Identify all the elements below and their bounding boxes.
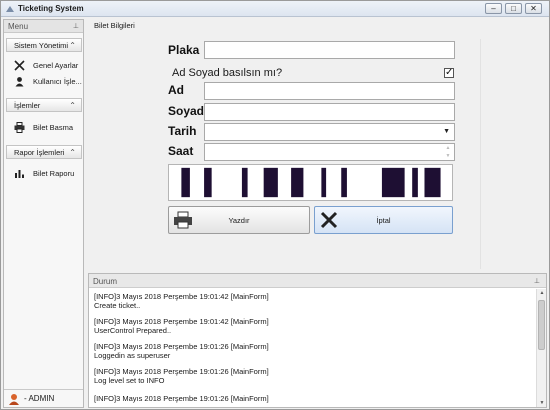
spinner-icon[interactable]: ▲ ▼ <box>444 144 452 160</box>
log-entry: [INFO]3 Mayıs 2018 Perşembe 19:01:42 [Ma… <box>94 317 269 335</box>
printer-icon <box>14 122 25 133</box>
barcode-bar <box>341 167 347 198</box>
saat-input[interactable]: ▲ ▼ <box>204 143 455 161</box>
tools-icon <box>14 60 25 71</box>
log-title: Durum <box>93 277 118 286</box>
username: ADMIN <box>28 394 55 403</box>
plaka-input[interactable] <box>204 41 455 59</box>
sidebar-item-label: Genel Ayarlar <box>33 61 79 70</box>
chevron-up-icon: ⌃ <box>69 148 76 157</box>
log-entry-message: Create ticket.. <box>94 301 141 310</box>
cancel-button[interactable]: İptal <box>314 206 453 234</box>
group-label: Rapor İşlemleri <box>14 148 65 157</box>
group-label: İşlemler <box>14 101 41 110</box>
barcode <box>168 164 453 201</box>
tarih-label: Tarih <box>168 124 197 138</box>
group-islemler[interactable]: İşlemler ⌃ <box>6 98 82 112</box>
barcode-bar <box>181 167 190 198</box>
saat-label: Saat <box>168 144 194 158</box>
log-list[interactable]: [INFO]3 Mayıs 2018 Perşembe 19:01:42 [Ma… <box>89 289 535 407</box>
log-entry-header: [INFO]3 Mayıs 2018 Perşembe 19:01:42 [Ma… <box>94 292 269 301</box>
print-button[interactable]: Yazdır <box>168 206 310 234</box>
panel-title: Bilet Bilgileri <box>94 21 135 30</box>
print-label: Yazdır <box>228 216 250 225</box>
ad-label: Ad <box>168 83 184 97</box>
window-title: Ticketing System <box>18 4 84 13</box>
close-button[interactable]: ✕ <box>525 3 542 14</box>
sidebar-item-bilet-basma[interactable]: Bilet Basma <box>6 121 82 135</box>
cancel-label: İptal <box>376 216 391 225</box>
barcode-bar <box>291 167 304 198</box>
barcode-bar <box>241 167 248 198</box>
log-header: Durum ⊥ <box>89 274 546 288</box>
user-panel: - ADMIN <box>4 389 83 407</box>
maximize-button[interactable]: □ <box>505 3 522 14</box>
sidebar: Menu ⊥ Sistem Yönetimi ⌃ Genel Ayarlar K… <box>3 19 84 408</box>
scroll-up-icon[interactable]: ▲ <box>538 290 546 296</box>
barcode-bar <box>204 167 212 198</box>
status-log-panel: Durum ⊥ [INFO]3 Mayıs 2018 Perşembe 19:0… <box>88 273 547 408</box>
group-label: Sistem Yönetimi <box>14 41 69 50</box>
adsoyad-check-label: Ad Soyad basılsın mı? <box>172 67 283 79</box>
group-rapor-islemleri[interactable]: Rapor İşlemleri ⌃ <box>6 145 82 159</box>
scroll-down-icon[interactable]: ▼ <box>538 400 546 406</box>
dropdown-arrow-icon[interactable]: ▼ <box>443 128 450 135</box>
pin-icon[interactable]: ⊥ <box>73 22 79 30</box>
log-entry-header: [INFO]3 Mayıs 2018 Perşembe 19:01:26 [Ma… <box>94 367 269 376</box>
sidebar-item-genel-ayarlar[interactable]: Genel Ayarlar <box>6 59 82 73</box>
app-window: Ticketing System – □ ✕ Menu ⊥ Sistem Yön… <box>0 0 550 410</box>
barcode-bar <box>263 167 278 198</box>
pin-icon[interactable]: ⊥ <box>534 277 540 285</box>
plaka-label: Plaka <box>168 43 200 57</box>
log-entry-message: Log level set to INFO <box>94 376 165 385</box>
soyad-label: Soyad <box>168 104 205 118</box>
panel-divider <box>480 39 481 269</box>
sidebar-header: Menu ⊥ <box>4 20 83 33</box>
ad-input[interactable] <box>204 82 455 100</box>
check-icon: ✓ <box>445 67 454 78</box>
log-entry: [INFO]3 Mayıs 2018 Perşembe 19:01:26 [Ma… <box>94 342 269 360</box>
log-entry: [INFO]3 Mayıs 2018 Perşembe 19:01:26 [Ma… <box>94 367 269 385</box>
close-icon: ✕ <box>530 4 537 13</box>
current-user: - ADMIN <box>24 394 55 403</box>
scroll-thumb[interactable] <box>538 300 545 350</box>
barcode-bar <box>321 167 327 198</box>
adsoyad-checkbox[interactable]: ✓ <box>444 67 454 78</box>
barcode-bar <box>381 167 405 198</box>
sidebar-item-kullanici-islemleri[interactable]: Kullanıcı İşle... <box>6 75 82 89</box>
log-entry: [INFO]3 Mayıs 2018 Perşembe 19:01:26 [Ma… <box>94 394 269 403</box>
log-entry-message: Loggedin as superuser <box>94 351 171 360</box>
sidebar-item-label: Bilet Raporu <box>33 169 75 178</box>
sidebar-item-bilet-raporu[interactable]: Bilet Raporu <box>6 167 82 181</box>
minimize-icon: – <box>491 4 496 13</box>
sidebar-item-label: Bilet Basma <box>33 123 74 132</box>
report-icon <box>15 170 24 178</box>
barcode-bar <box>424 167 441 198</box>
minimize-button[interactable]: – <box>485 3 502 14</box>
log-entry-message: UserControl Prepared.. <box>94 326 172 335</box>
soyad-input[interactable] <box>204 103 455 121</box>
log-entry-header: [INFO]3 Mayıs 2018 Perşembe 19:01:26 [Ma… <box>94 394 269 403</box>
sidebar-title: Menu <box>8 22 29 31</box>
barcode-bar <box>412 167 418 198</box>
app-icon <box>6 6 14 12</box>
log-entry-header: [INFO]3 Mayıs 2018 Perşembe 19:01:42 [Ma… <box>94 317 269 326</box>
ticket-info-panel: Bilet Bilgileri Plaka Ad Soyad basılsın … <box>88 19 549 269</box>
maximize-icon: □ <box>511 4 516 13</box>
user-icon <box>15 77 24 87</box>
tarih-dropdown[interactable]: ▼ <box>204 123 455 141</box>
avatar-icon <box>9 394 19 405</box>
log-entry-header: [INFO]3 Mayıs 2018 Perşembe 19:01:26 [Ma… <box>94 342 269 351</box>
group-sistem-yonetimi[interactable]: Sistem Yönetimi ⌃ <box>6 38 82 52</box>
chevron-up-icon: ⌃ <box>69 41 76 50</box>
log-scrollbar[interactable]: ▲ ▼ <box>536 289 546 407</box>
sidebar-item-label: Kullanıcı İşle... <box>33 77 82 86</box>
chevron-up-icon: ⌃ <box>69 101 76 110</box>
title-bar: Ticketing System – □ ✕ <box>1 1 549 17</box>
log-entry: [INFO]3 Mayıs 2018 Perşembe 19:01:42 [Ma… <box>94 292 269 310</box>
